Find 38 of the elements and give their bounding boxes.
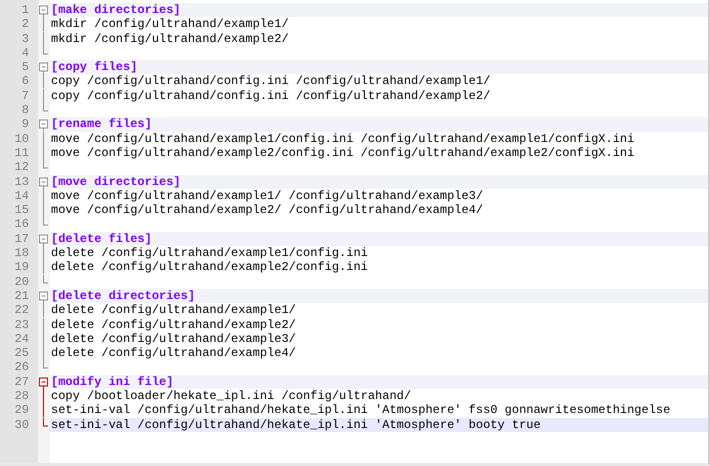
code-line: mkdir /config/ultrahand/example1/ [50,17,289,32]
code-line: set-ini-val /config/ultrahand/hekate_ipl.ini 'Atmosphere' booty true [50,418,541,432]
fold-toggle-icon[interactable] [39,62,48,72]
section-header: [move directories] [50,174,181,189]
fold-toggle-icon[interactable] [39,291,48,300]
section-header: [delete files] [50,232,152,246]
fold-toggle-icon[interactable] [39,177,48,186]
fold-end-line [43,46,48,54]
section-header: [delete directories] [50,288,196,303]
fold-toggle-icon[interactable] [39,234,48,244]
fold-toggle-icon[interactable] [39,120,48,129]
code-line: delete /config/ultrahand/example2/ [50,318,296,332]
section-header: [make directories] [50,3,181,17]
code-line: delete /config/ultrahand/example3/ [50,332,296,346]
section-header: [copy files] [50,60,138,74]
code-line: move /config/ultrahand/example1/ /config/ultrahand/example3/ [50,188,484,203]
fold-toggle-icon[interactable] [39,6,48,14]
code-line: set-ini-val /config/ultrahand/hekate_ipl.ini 'Atmosphere' fss0 gonnawritesomethingelse [50,403,670,418]
fold-end-line [43,360,48,369]
code-line: delete /config/ultrahand/example4/ [50,346,296,360]
section-header: [rename files] [50,117,152,132]
fold-end-line [43,274,48,284]
code-line: mkdir /config/ultrahand/example2/ [50,32,289,46]
code-line: move /config/ultrahand/example2/config.ini /config/ultrahand/example2/configX.ini [50,146,634,160]
code-line: move /config/ultrahand/example2/ /config/ultrahand/example4/ [50,203,484,218]
code-line: copy /config/ultrahand/config.ini /config/ultrahand/example2/ [50,88,490,103]
fold-end-line [43,217,48,226]
code-line: delete /config/ultrahand/example1/config.ini [50,246,368,260]
code-line: delete /config/ultrahand/example1/ [50,303,296,318]
fold-end-line [43,160,48,169]
code-line: move /config/ultrahand/example1/config.ini /config/ultrahand/example1/configX.ini [50,132,634,146]
section-header: [modify ini file] [50,374,174,389]
fold-end-line [43,418,48,426]
fold-toggle-icon[interactable] [39,377,48,386]
fold-end-line [43,103,48,112]
code-line: copy /bootloader/hekate_ipl.ini /config/ultrahand/ [50,389,412,404]
code-line: delete /config/ultrahand/example2/config.ini [50,260,368,274]
code-line: copy /config/ultrahand/config.ini /config/ultrahand/example1/ [50,74,490,88]
